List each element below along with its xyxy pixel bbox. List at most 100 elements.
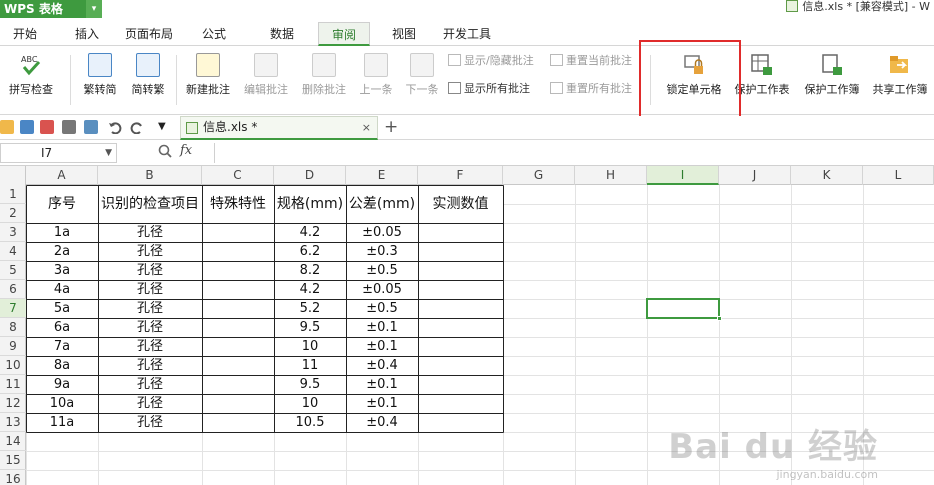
row-header-6[interactable]: 6 bbox=[0, 280, 26, 299]
column-header-L[interactable]: L bbox=[863, 166, 934, 185]
row-header-5[interactable]: 5 bbox=[0, 261, 26, 280]
export-pdf-icon[interactable] bbox=[40, 120, 54, 134]
next-comment-button[interactable]: 下一条 bbox=[400, 47, 444, 97]
new-comment-icon bbox=[196, 53, 220, 77]
show-all-comments-label: 显示所有批注 bbox=[464, 82, 530, 95]
watermark-logo: Bai du 经验 bbox=[668, 427, 878, 467]
ribbon-separator bbox=[70, 55, 71, 105]
menu-tabs: 开始 插入 页面布局 公式 数据 审阅 视图 开发工具 bbox=[0, 22, 934, 46]
delete-comment-icon bbox=[312, 53, 336, 77]
column-header-E[interactable]: E bbox=[346, 166, 418, 185]
selected-cell[interactable] bbox=[646, 298, 722, 321]
trad-to-simp-button[interactable]: 繁转简 bbox=[76, 47, 124, 97]
new-comment-button[interactable]: 新建批注 bbox=[180, 47, 236, 97]
column-header-H[interactable]: H bbox=[575, 166, 647, 185]
column-header-F[interactable]: F bbox=[418, 166, 503, 185]
spellcheck-label: 拼写检查 bbox=[9, 83, 53, 96]
row-header-10[interactable]: 10 bbox=[0, 356, 26, 375]
row-header-14[interactable]: 14 bbox=[0, 432, 26, 451]
new-comment-label: 新建批注 bbox=[186, 83, 230, 96]
reset-current-comment-button[interactable]: 重置当前批注 bbox=[550, 52, 632, 70]
prev-comment-button[interactable]: 上一条 bbox=[354, 47, 398, 97]
formula-bar: I7 ▼ fx bbox=[0, 140, 934, 166]
row-header-7[interactable]: 7 bbox=[0, 299, 26, 318]
chevron-down-icon[interactable]: ▼ bbox=[105, 144, 112, 162]
search-icon[interactable] bbox=[158, 144, 172, 162]
name-box[interactable]: I7 ▼ bbox=[0, 143, 117, 163]
undo-icon[interactable] bbox=[108, 120, 122, 135]
open-folder-icon[interactable] bbox=[0, 120, 14, 134]
trad-to-simp-icon bbox=[88, 53, 112, 77]
close-icon[interactable]: × bbox=[362, 117, 371, 138]
reset-all-comments-button[interactable]: 重置所有批注 bbox=[550, 80, 632, 98]
show-all-comments-button[interactable]: 显示所有批注 bbox=[448, 80, 530, 98]
row-header-16[interactable]: 16 bbox=[0, 470, 26, 485]
column-header-B[interactable]: B bbox=[98, 166, 202, 185]
simp-to-trad-button[interactable]: 简转繁 bbox=[124, 47, 172, 97]
share-workbook-label: 共享工作簿 bbox=[872, 83, 928, 96]
arrow-left-icon bbox=[364, 53, 388, 77]
column-header-K[interactable]: K bbox=[791, 166, 863, 185]
tab-5[interactable]: 审阅 bbox=[318, 22, 370, 46]
tab-7[interactable]: 开发工具 bbox=[434, 22, 500, 46]
row-header-15[interactable]: 15 bbox=[0, 451, 26, 470]
sheet-lock-icon bbox=[750, 53, 774, 77]
print-preview-icon[interactable] bbox=[84, 120, 98, 134]
show-hide-comment-button[interactable]: 显示/隐藏批注 bbox=[448, 52, 534, 70]
row-header-2[interactable]: 2 bbox=[0, 204, 26, 223]
comment-icon bbox=[448, 82, 461, 94]
redo-icon[interactable] bbox=[130, 120, 144, 135]
customize-dropdown-icon[interactable]: ▼ bbox=[158, 120, 172, 134]
app-menu-button[interactable]: WPS 表格 ▾ bbox=[0, 0, 102, 18]
edit-comment-button[interactable]: 编辑批注 bbox=[238, 47, 294, 97]
row-header-11[interactable]: 11 bbox=[0, 375, 26, 394]
row-header-4[interactable]: 4 bbox=[0, 242, 26, 261]
row-header-9[interactable]: 9 bbox=[0, 337, 26, 356]
tab-1[interactable]: 插入 bbox=[60, 22, 114, 46]
spreadsheet-file-icon bbox=[786, 0, 799, 12]
file-tab[interactable]: 信息.xls * × bbox=[180, 116, 378, 140]
quick-access-bar: ▼ 信息.xls * × + bbox=[0, 116, 934, 140]
row-header-12[interactable]: 12 bbox=[0, 394, 26, 413]
add-tab-button[interactable]: + bbox=[384, 116, 398, 138]
print-icon[interactable] bbox=[62, 120, 76, 134]
watermark: Bai du 经验 jingyan.baidu.com bbox=[668, 419, 878, 481]
column-header-J[interactable]: J bbox=[719, 166, 791, 185]
column-header-D[interactable]: D bbox=[274, 166, 346, 185]
share-workbook-button[interactable]: 共享工作簿 bbox=[866, 47, 934, 97]
save-icon[interactable] bbox=[20, 120, 34, 134]
trad-to-simp-label: 繁转简 bbox=[83, 83, 117, 96]
tab-4[interactable]: 数据 bbox=[254, 22, 310, 46]
row-header-13[interactable]: 13 bbox=[0, 413, 26, 432]
edit-comment-icon bbox=[254, 53, 278, 77]
arrow-right-icon bbox=[410, 53, 434, 77]
fill-handle[interactable] bbox=[717, 316, 722, 321]
row-header-1[interactable]: 1 bbox=[0, 185, 26, 204]
column-header-C[interactable]: C bbox=[202, 166, 274, 185]
delete-comment-label: 删除批注 bbox=[302, 83, 346, 96]
formula-input[interactable] bbox=[214, 143, 932, 163]
delete-comment-button[interactable]: 删除批注 bbox=[296, 47, 352, 97]
protect-workbook-button[interactable]: 保护工作簿 bbox=[798, 47, 866, 97]
row-header-3[interactable]: 3 bbox=[0, 223, 26, 242]
comment-icon bbox=[448, 54, 461, 66]
simp-to-trad-icon bbox=[136, 53, 160, 77]
chevron-down-icon[interactable]: ▾ bbox=[86, 0, 102, 18]
simp-to-trad-label: 简转繁 bbox=[131, 83, 165, 96]
column-header-A[interactable]: A bbox=[26, 166, 98, 185]
row-header-8[interactable]: 8 bbox=[0, 318, 26, 337]
reset-icon bbox=[550, 82, 563, 94]
function-button[interactable]: fx bbox=[180, 143, 192, 158]
spellcheck-button[interactable]: ABC 拼写检查 bbox=[0, 47, 62, 97]
column-header-G[interactable]: G bbox=[503, 166, 575, 185]
window-title-text: 信息.xls * [兼容模式] - W bbox=[802, 0, 930, 13]
share-folder-icon bbox=[888, 53, 912, 77]
select-all-corner[interactable] bbox=[0, 166, 26, 185]
column-header-I[interactable]: I bbox=[647, 166, 719, 185]
tab-6[interactable]: 视图 bbox=[380, 22, 428, 46]
tab-2[interactable]: 页面布局 bbox=[118, 22, 180, 46]
tab-3[interactable]: 公式 bbox=[184, 22, 244, 46]
review-ribbon: ABC 拼写检查 繁转简 简转繁 新建批注 编辑批注 删除批注 上一条 下一条 … bbox=[0, 47, 934, 115]
tab-0[interactable]: 开始 bbox=[0, 22, 50, 46]
file-tab-label: 信息.xls * bbox=[203, 120, 258, 134]
